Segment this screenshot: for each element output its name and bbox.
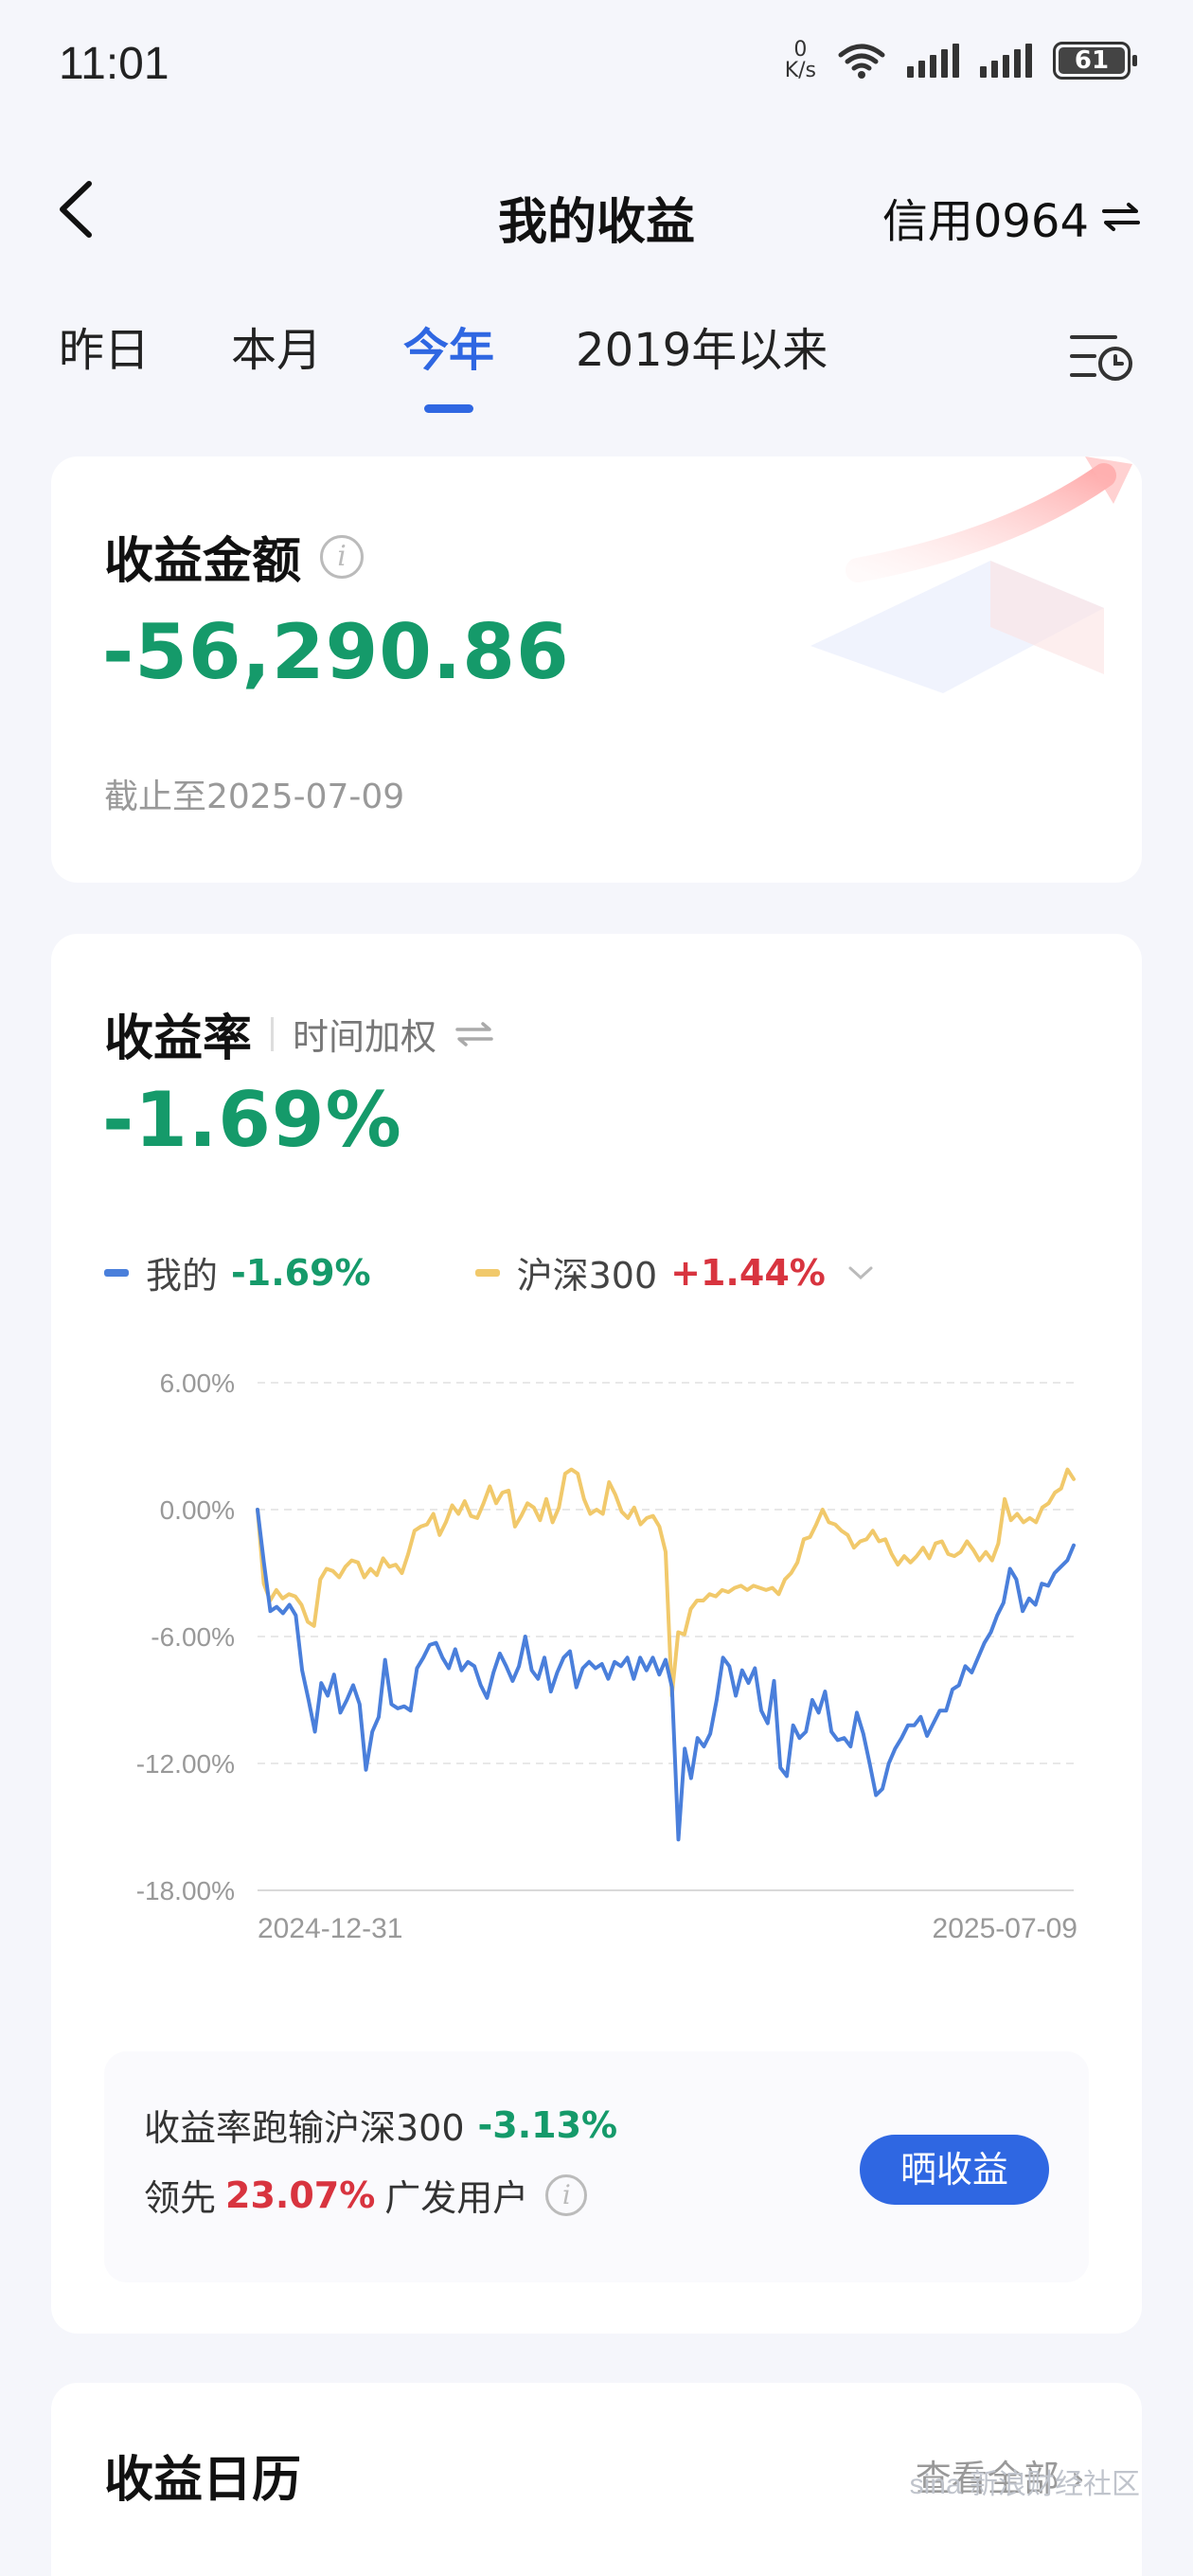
earnings-value: -56,290.86 [102, 608, 570, 696]
status-icons: 0 K/s 61 [785, 40, 1137, 81]
tab-this-year[interactable]: 今年 [403, 313, 494, 379]
x-end-label: 2025-07-09 [933, 1913, 1077, 1944]
y-tick-label: 0.00% [160, 1495, 235, 1525]
as-of-date: 截止至2025-07-09 [104, 778, 405, 816]
legend-name-benchmark[interactable]: 沪深300 [517, 1246, 658, 1298]
rate-label: 收益率 [104, 1011, 253, 1067]
info-icon[interactable]: i [320, 534, 365, 579]
summary-diff: -3.13% [477, 2103, 618, 2146]
summary-prefix: 领先 [144, 2177, 217, 2219]
chevron-down-icon[interactable] [846, 1263, 875, 1282]
chart-legend: 我的 -1.69% 沪深300 +1.44% [104, 1246, 875, 1298]
legend-swatch-benchmark [474, 1268, 500, 1277]
legend-swatch-mine [104, 1268, 129, 1277]
legend-name-mine: 我的 [146, 1255, 219, 1297]
battery-icon: 61 [1053, 42, 1137, 80]
earnings-card: 收益金额 i -56,290.86 截止至2025-07-09 [51, 456, 1142, 883]
rate-label-row: 收益率 时间加权 [104, 998, 493, 1069]
y-tick-label: -18.00% [136, 1876, 235, 1905]
period-tabs: 昨日 本月 今年 2019年以来 [59, 313, 909, 379]
rate-method[interactable]: 时间加权 [293, 1008, 436, 1060]
status-time: 11:01 [59, 39, 169, 89]
signal-icon [907, 44, 959, 78]
divider [271, 1016, 275, 1051]
tab-yesterday[interactable]: 昨日 [59, 313, 150, 379]
tab-since-2019[interactable]: 2019年以来 [576, 313, 828, 379]
speed-value: 0 [793, 38, 808, 62]
info-icon[interactable]: i [545, 2174, 588, 2216]
comparison-summary: 收益率跑输沪深300 -3.13% 领先 23.07% 广发用户 i 晒收益 [104, 2051, 1089, 2282]
summary-line-1: 收益率跑输沪深300 -3.13% [144, 2099, 617, 2151]
swap-icon [1102, 203, 1140, 231]
battery-level: 61 [1059, 47, 1125, 74]
account-label: 信用0964 [881, 195, 1089, 248]
legend-value-mine: -1.69% [231, 1251, 371, 1294]
watermark: sina 新浪财经社区 [909, 2469, 1140, 2500]
growth-illustration [810, 456, 1132, 693]
rate-value: -1.69% [102, 1076, 402, 1164]
summary-line-2: 领先 23.07% 广发用户 i [144, 2169, 588, 2221]
wifi-icon [838, 44, 885, 79]
account-switcher[interactable]: 信用0964 [882, 184, 1140, 250]
summary-percentile: 23.07% [225, 2174, 376, 2216]
signal-icon-2 [980, 44, 1032, 78]
summary-text: 收益率跑输沪深300 [144, 2107, 465, 2149]
swap-method-icon[interactable] [455, 1020, 493, 1048]
tab-this-month[interactable]: 本月 [231, 313, 322, 379]
history-filter-icon[interactable] [1068, 328, 1134, 385]
calendar-title: 收益日历 [104, 2452, 302, 2509]
x-start-label: 2024-12-31 [258, 1913, 402, 1944]
y-tick-label: -12.00% [136, 1749, 235, 1779]
return-rate-card: 收益率 时间加权 -1.69% 我的 -1.69% 沪深300 +1.44% 6… [51, 934, 1142, 2334]
status-bar: 11:01 0 K/s 61 [0, 0, 1193, 133]
return-chart: 6.00% 0.00% -6.00% -12.00% -18.00% 2024-12-31… [136, 1368, 1077, 1944]
summary-suffix: 广发用户 [384, 2177, 529, 2219]
earnings-label-row: 收益金额 i [104, 521, 365, 592]
earnings-label: 收益金额 [104, 533, 302, 590]
network-speed: 0 K/s [785, 40, 816, 81]
header: 我的收益 信用0964 [0, 161, 1193, 256]
speed-unit: K/s [784, 59, 816, 82]
y-tick-label: 6.00% [160, 1368, 235, 1398]
share-earnings-button[interactable]: 晒收益 [860, 2135, 1049, 2205]
legend-value-benchmark: +1.44% [670, 1251, 826, 1294]
y-tick-label: -6.00% [151, 1622, 235, 1652]
